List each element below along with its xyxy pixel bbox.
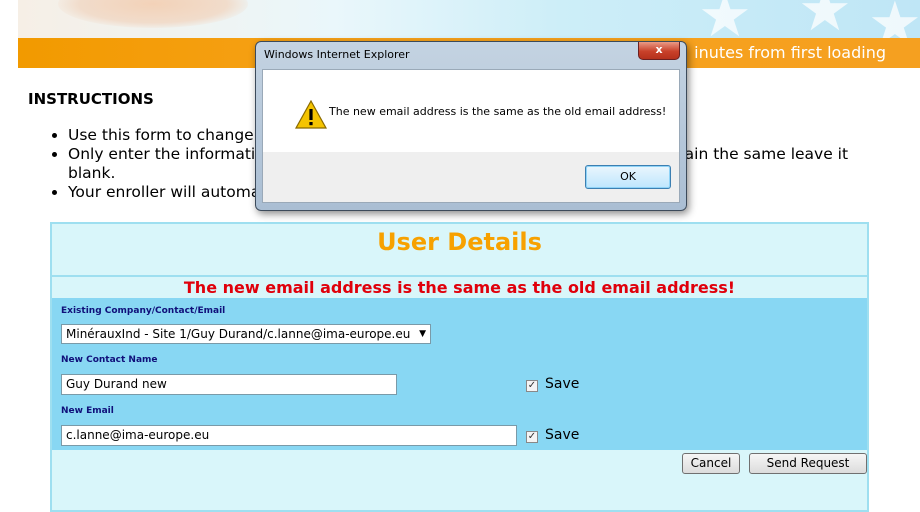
banner-hand-image (58, 0, 248, 28)
existing-contact-select[interactable]: MinérauxInd - Site 1/Guy Durand/c.lanne@… (61, 324, 431, 344)
save-email-label: Save (545, 427, 580, 443)
new-email-input[interactable]: c.lanne@ima-europe.eu (61, 425, 517, 446)
new-contact-name-input[interactable]: Guy Durand new (61, 374, 397, 395)
dialog-footer: OK (262, 152, 680, 203)
ok-button[interactable]: OK (585, 165, 671, 189)
session-timer-text: inutes from first loading (694, 43, 886, 62)
send-request-button[interactable]: Send Request (749, 453, 867, 474)
star-decoration-icon: ★ (868, 0, 920, 38)
dialog-title: Windows Internet Explorer (264, 48, 410, 61)
cancel-button[interactable]: Cancel (682, 453, 740, 474)
divider (52, 275, 867, 277)
save-contact-label: Save (545, 376, 580, 392)
instructions-heading: INSTRUCTIONS (28, 90, 154, 108)
save-email-checkbox[interactable]: ✓ (526, 431, 538, 443)
warning-icon (295, 100, 327, 129)
new-email-label: New Email (61, 406, 114, 416)
dialog-message: The new email address is the same as the… (329, 105, 667, 118)
user-details-panel: User Details The new email address is th… (50, 222, 869, 512)
chevron-down-icon: ▼ (419, 329, 426, 339)
header-banner: ★ ★ ★ (18, 0, 920, 38)
star-decoration-icon: ★ (698, 0, 752, 38)
save-contact-checkbox[interactable]: ✓ (526, 380, 538, 392)
new-contact-name-label: New Contact Name (61, 355, 158, 365)
form-area: Existing Company/Contact/Email MinérauxI… (52, 298, 867, 450)
alert-dialog: Windows Internet Explorer x The new emai… (255, 41, 687, 211)
close-icon[interactable]: x (638, 42, 680, 60)
star-decoration-icon: ★ (798, 0, 852, 38)
error-message: The new email address is the same as the… (183, 278, 736, 297)
existing-contact-label: Existing Company/Contact/Email (61, 306, 226, 316)
dialog-body: The new email address is the same as the… (262, 69, 680, 153)
panel-title: User Details (377, 228, 542, 256)
